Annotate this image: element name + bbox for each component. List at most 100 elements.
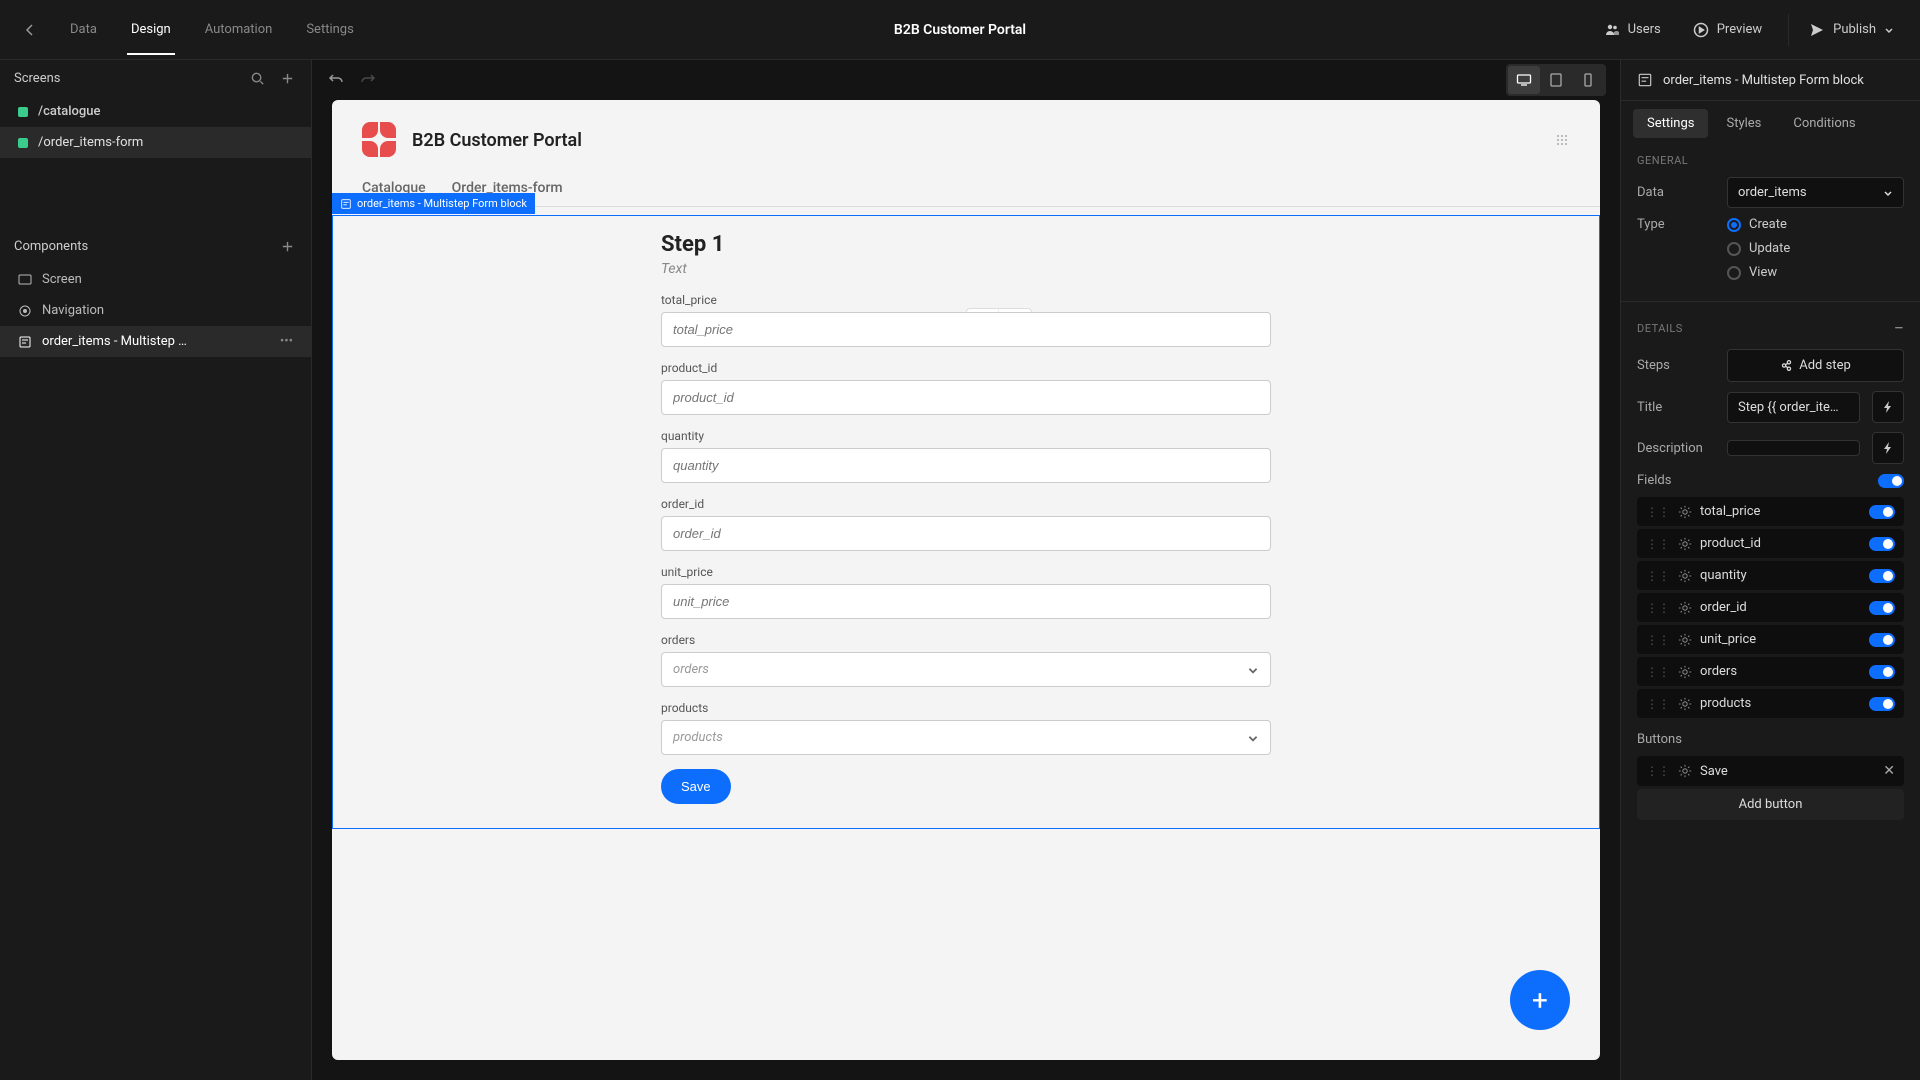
gear-icon[interactable]: [1678, 665, 1692, 679]
navigation-icon: [18, 304, 32, 318]
field-select-products[interactable]: products: [661, 720, 1271, 755]
radio-create[interactable]: Create: [1727, 217, 1790, 232]
field-toggle[interactable]: [1869, 633, 1895, 647]
undo-button[interactable]: [326, 70, 346, 90]
details-section-title: DETAILS: [1637, 322, 1683, 335]
nav-tab-automation[interactable]: Automation: [191, 4, 287, 55]
field-label-total_price: total_price: [661, 293, 1271, 307]
field-label-orders: orders: [661, 633, 1271, 647]
gear-icon[interactable]: [1678, 569, 1692, 583]
form-icon: [1637, 72, 1653, 88]
screen-label: /catalogue: [38, 104, 100, 119]
field-toggle[interactable]: [1869, 601, 1895, 615]
field-name: orders: [1700, 664, 1861, 679]
radio-view[interactable]: View: [1727, 265, 1790, 280]
component-label: Screen: [42, 272, 82, 287]
field-item-orders[interactable]: ⋮⋮ orders: [1637, 657, 1904, 686]
field-label-quantity: quantity: [661, 429, 1271, 443]
gear-icon[interactable]: [1678, 697, 1692, 711]
search-screens-icon[interactable]: [247, 68, 267, 88]
description-binding-button[interactable]: [1872, 432, 1904, 464]
field-toggle[interactable]: [1869, 569, 1895, 583]
app-logo: [362, 122, 398, 158]
field-item-products[interactable]: ⋮⋮ products: [1637, 689, 1904, 718]
step-title: Step 1: [661, 232, 1271, 257]
field-toggle[interactable]: [1869, 505, 1895, 519]
field-item-total_price[interactable]: ⋮⋮total_price: [1637, 497, 1904, 526]
field-input-quantity[interactable]: [661, 448, 1271, 483]
save-button[interactable]: Save: [661, 769, 731, 804]
drag-handle-icon[interactable]: ⋮⋮: [1646, 697, 1670, 711]
add-screen-icon[interactable]: [277, 68, 297, 88]
component-item-multistep-form[interactable]: order_items - Multistep For... •••: [0, 326, 311, 357]
grip-icon[interactable]: [1554, 132, 1570, 148]
field-toggle[interactable]: [1869, 665, 1895, 679]
drag-handle-icon[interactable]: ⋮⋮: [1646, 633, 1670, 647]
data-select[interactable]: order_items: [1727, 177, 1904, 208]
field-toggle[interactable]: [1869, 697, 1895, 711]
drag-handle-icon[interactable]: ⋮⋮: [1646, 764, 1670, 778]
device-mobile-button[interactable]: [1572, 66, 1604, 94]
nav-tab-settings[interactable]: Settings: [292, 4, 367, 55]
fab-add-button[interactable]: +: [1510, 970, 1570, 1030]
field-name: order_id: [1700, 600, 1861, 615]
gear-icon[interactable]: [1678, 601, 1692, 615]
fields-toggle[interactable]: [1878, 474, 1904, 488]
field-input-product_id[interactable]: [661, 380, 1271, 415]
field-item-order_id[interactable]: ⋮⋮ order_id: [1637, 593, 1904, 622]
tab-settings[interactable]: Settings: [1633, 109, 1708, 138]
radio-update[interactable]: Update: [1727, 241, 1790, 256]
drag-handle-icon[interactable]: ⋮⋮: [1646, 505, 1670, 519]
users-button[interactable]: Users: [1590, 14, 1675, 46]
device-tablet-button[interactable]: [1540, 66, 1572, 94]
drag-handle-icon[interactable]: ⋮⋮: [1646, 601, 1670, 615]
collapse-details-icon[interactable]: −: [1894, 318, 1904, 339]
add-step-button[interactable]: Add step: [1727, 349, 1904, 382]
nav-tab-data[interactable]: Data: [56, 4, 111, 55]
device-desktop-button[interactable]: [1508, 66, 1540, 94]
tab-styles[interactable]: Styles: [1712, 109, 1775, 138]
screen-status-dot: [18, 107, 28, 117]
drag-handle-icon[interactable]: ⋮⋮: [1646, 569, 1670, 583]
gear-icon[interactable]: [1678, 764, 1692, 778]
publish-button[interactable]: Publish: [1788, 14, 1908, 46]
form-icon: [18, 335, 32, 349]
field-input-unit_price[interactable]: [661, 584, 1271, 619]
title-input[interactable]: Step {{ order_item…: [1727, 392, 1860, 423]
field-select-orders[interactable]: orders: [661, 652, 1271, 687]
field-item-quantity[interactable]: ⋮⋮quantity: [1637, 561, 1904, 590]
drag-handle-icon[interactable]: ⋮⋮: [1646, 665, 1670, 679]
field-item-product_id[interactable]: ⋮⋮product_id: [1637, 529, 1904, 558]
field-input-order_id[interactable]: [661, 516, 1271, 551]
component-item-screen[interactable]: Screen: [0, 264, 311, 295]
nav-tab-design[interactable]: Design: [117, 4, 185, 55]
right-panel-title: order_items - Multistep Form block: [1663, 73, 1864, 88]
screen-item-catalogue[interactable]: /catalogue: [0, 96, 311, 127]
remove-button-icon[interactable]: ✕: [1883, 763, 1895, 779]
preview-button[interactable]: Preview: [1679, 14, 1776, 46]
more-icon[interactable]: •••: [280, 334, 293, 349]
general-section-title: GENERAL: [1637, 154, 1904, 167]
drag-handle-icon[interactable]: ⋮⋮: [1646, 537, 1670, 551]
screen-item-order-items-form[interactable]: /order_items-form: [0, 127, 311, 158]
field-input-total_price[interactable]: [661, 312, 1271, 347]
steps-label: Steps: [1637, 358, 1715, 373]
app-name: B2B Customer Portal: [894, 22, 1026, 38]
gear-icon[interactable]: [1678, 633, 1692, 647]
gear-icon[interactable]: [1678, 505, 1692, 519]
button-item-save[interactable]: ⋮⋮ Save ✕: [1637, 756, 1904, 786]
field-toggle[interactable]: [1869, 537, 1895, 551]
tab-conditions[interactable]: Conditions: [1779, 109, 1869, 138]
title-binding-button[interactable]: [1872, 391, 1904, 423]
add-button-button[interactable]: Add button: [1637, 789, 1904, 820]
description-input[interactable]: [1727, 440, 1860, 456]
add-component-icon[interactable]: [277, 236, 297, 256]
field-item-unit_price[interactable]: ⋮⋮unit_price: [1637, 625, 1904, 654]
screen-label: /order_items-form: [38, 135, 143, 150]
component-item-navigation[interactable]: Navigation: [0, 295, 311, 326]
back-button[interactable]: [12, 12, 48, 48]
redo-button[interactable]: [358, 70, 378, 90]
gear-icon[interactable]: [1678, 537, 1692, 551]
field-name: products: [1700, 696, 1861, 711]
components-title: Components: [14, 239, 88, 254]
